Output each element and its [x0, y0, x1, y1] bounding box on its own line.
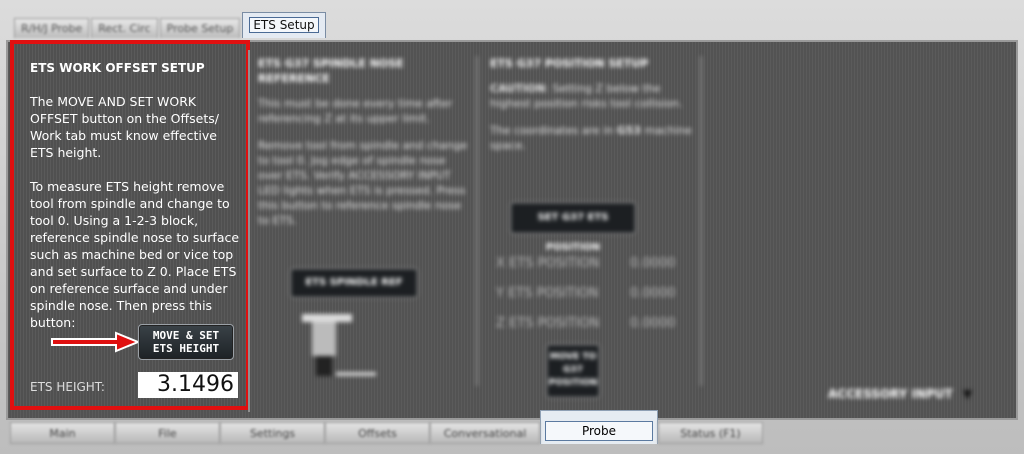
move-to-g37-position-button[interactable]: MOVE TO G37 POSITION [546, 344, 600, 398]
x-ets-position-label: X ETS POSITION [496, 256, 600, 271]
set-g37-ets-position-button[interactable]: SET G37 ETS POSITION [510, 202, 636, 253]
spindle-icon [302, 314, 376, 376]
column-divider-1 [476, 56, 478, 386]
ets-instructions-1: The MOVE AND SET WORK OFFSET button on t… [30, 94, 219, 160]
tab-settings[interactable]: Settings [220, 422, 325, 444]
coords-text: The coordinates are in G53 machine space… [490, 123, 700, 153]
ets-spindle-ref-label: ETS SPINDLE REF [305, 277, 403, 288]
tab-main[interactable]: Main [10, 422, 115, 444]
z-ets-position-row: Z ETS POSITION 0.0000 [496, 316, 676, 331]
tab-probe[interactable]: Probe [540, 410, 658, 444]
tab-ets-setup-label: ETS Setup [249, 17, 319, 33]
ets-height-label: ETS HEIGHT: [30, 380, 105, 394]
y-ets-position-value: 0.0000 [630, 286, 676, 301]
tab-rect-circ[interactable]: Rect. Circ [91, 18, 158, 38]
move-and-set-ets-height-button[interactable]: MOVE & SET ETS HEIGHT [138, 324, 234, 360]
caution-text: CAUTION: Setting Z below the highest pos… [490, 81, 700, 111]
z-ets-position-value: 0.0000 [630, 316, 676, 331]
tab-ets-setup[interactable]: ETS Setup [242, 12, 326, 38]
accessory-input-led-icon: ▼ [962, 387, 973, 401]
ets-panel-inner: ETS WORK OFFSET SETUP The MOVE AND SET W… [20, 50, 250, 412]
ets-height-field[interactable]: 3.1496 [138, 372, 238, 398]
spindle-ref-column: ETS G37 SPINDLE NOSE REFERENCE This must… [258, 56, 468, 228]
red-arrow-icon [51, 331, 141, 353]
column-divider-2 [700, 56, 702, 386]
tab-probe-setup[interactable]: Probe Setup [159, 18, 241, 38]
move-to-g37-position-label: MOVE TO G37 POSITION [548, 352, 598, 388]
x-ets-position-row: X ETS POSITION 0.0000 [496, 256, 676, 271]
spindle-ref-title: ETS G37 SPINDLE NOSE REFERENCE [258, 57, 404, 85]
ets-panel-title: ETS WORK OFFSET SETUP [30, 61, 205, 75]
app-window: R/H/J Probe Rect. Circ Probe Setup ETS S… [0, 0, 1024, 454]
y-ets-position-row: Y ETS POSITION 0.0000 [496, 286, 676, 301]
tab-file[interactable]: File [115, 422, 220, 444]
position-setup-column: ETS G37 POSITION SETUP CAUTION: Setting … [490, 56, 700, 153]
tab-rhj-probe[interactable]: R/H/J Probe [14, 18, 90, 38]
ets-spindle-ref-button[interactable]: ETS SPINDLE REF [290, 268, 418, 298]
coords-prefix: The coordinates are in [490, 124, 617, 137]
coords-bold: G53 [616, 124, 642, 137]
accessory-input-label: ACCESSORY INPUT [828, 387, 953, 401]
spindle-ref-text-2: Remove tool from spindle and change to t… [258, 139, 468, 227]
spindle-ref-text-1: This must be done every time after refer… [258, 97, 453, 125]
move-and-set-line-2: ETS HEIGHT [152, 342, 220, 355]
position-setup-title: ETS G37 POSITION SETUP [490, 57, 649, 70]
ets-work-offset-panel: ETS WORK OFFSET SETUP The MOVE AND SET W… [10, 40, 250, 412]
tab-offsets[interactable]: Offsets [325, 422, 430, 444]
ets-instructions-2: To measure ETS height remove tool from s… [30, 179, 240, 330]
y-ets-position-label: Y ETS POSITION [496, 286, 599, 301]
main-tab-bar: Main File Settings Offsets Conversationa… [10, 410, 763, 446]
move-and-set-line-1: MOVE & SET [152, 329, 220, 342]
tab-conversational[interactable]: Conversational [430, 422, 540, 444]
x-ets-position-value: 0.0000 [630, 256, 676, 271]
set-g37-ets-position-label: SET G37 ETS POSITION [537, 212, 609, 253]
tab-status[interactable]: Status (F1) [658, 422, 763, 444]
probe-subtabs: R/H/J Probe Rect. Circ Probe Setup ETS S… [14, 12, 326, 40]
tab-probe-label: Probe [544, 421, 654, 441]
accessory-input-indicator: ACCESSORY INPUT ▼ [828, 387, 972, 401]
caution-label: CAUTION [490, 82, 546, 95]
z-ets-position-label: Z ETS POSITION [496, 316, 600, 331]
